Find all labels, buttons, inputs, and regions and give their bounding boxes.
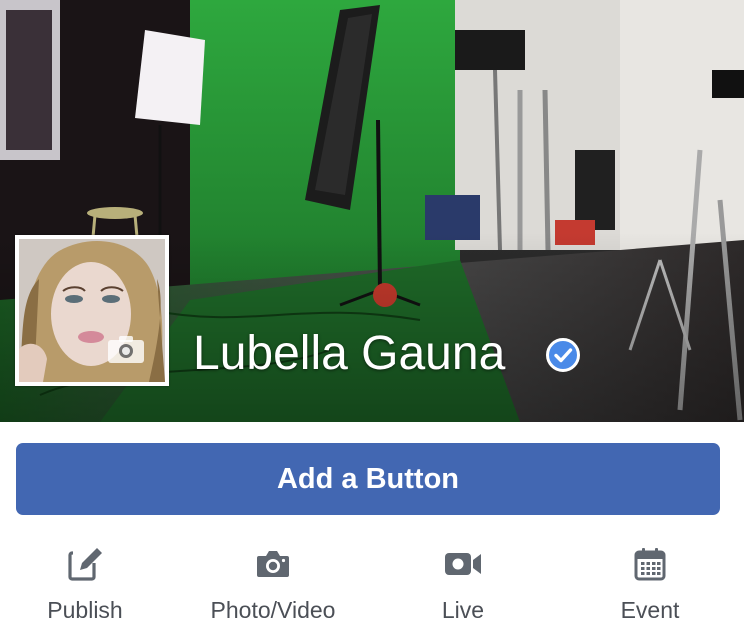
verified-badge-icon xyxy=(546,338,580,372)
live-label: Live xyxy=(441,597,485,623)
edit-icon xyxy=(67,539,103,589)
publish-label: Publish xyxy=(47,597,123,623)
add-a-button[interactable]: Add a Button xyxy=(16,443,720,515)
change-profile-photo-button[interactable] xyxy=(107,334,151,368)
action-bar: Publish Photo/Video Live Event xyxy=(0,532,744,625)
photo-video-label: Photo/Video xyxy=(210,597,336,623)
photo-video-action[interactable]: Photo/Video xyxy=(188,532,358,625)
page-name: Lubella Gauna xyxy=(193,327,506,380)
video-camera-icon xyxy=(444,539,482,589)
calendar-icon xyxy=(634,539,666,589)
camera-icon xyxy=(256,539,290,589)
event-action[interactable]: Event xyxy=(565,532,735,625)
event-label: Event xyxy=(620,597,680,623)
live-action[interactable]: Live xyxy=(378,532,548,625)
publish-action[interactable]: Publish xyxy=(0,532,170,625)
profile-picture[interactable] xyxy=(15,235,169,386)
camera-icon xyxy=(108,336,144,363)
